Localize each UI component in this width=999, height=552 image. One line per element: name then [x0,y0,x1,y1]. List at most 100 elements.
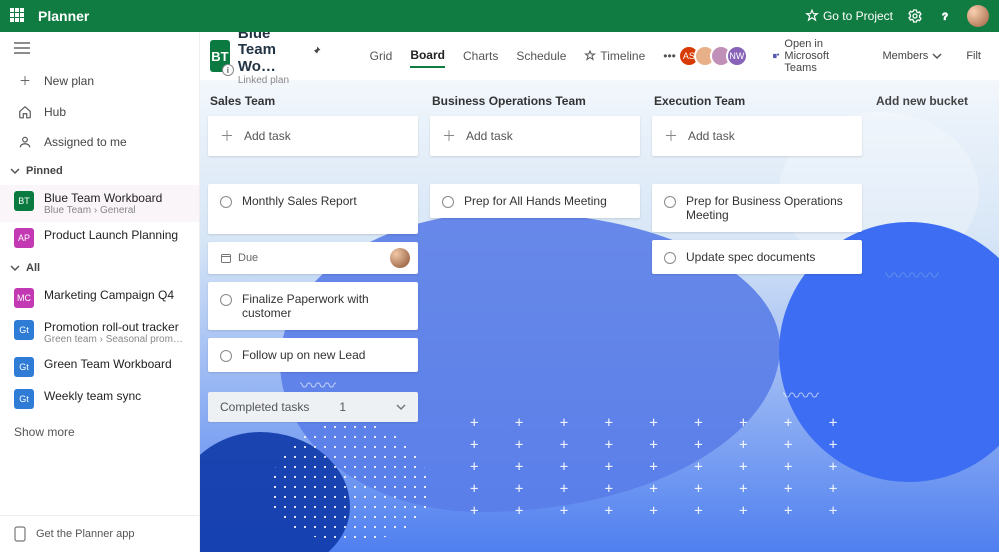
task-title: Monthly Sales Report [242,194,406,208]
add-task-label: Add task [688,129,735,143]
task-due-row[interactable]: Due [208,242,418,274]
settings-icon[interactable] [907,8,923,24]
plan-item-badge: BT [14,191,34,211]
sidebar-plan-item[interactable]: Gt Green Team Workboard [0,351,199,383]
plan-item-title: Green Team Workboard [44,357,172,371]
add-task-button[interactable]: ＋ Add task [208,116,418,156]
user-avatar[interactable] [967,5,989,27]
due-label: Due [238,252,258,264]
task-title: Follow up on new Lead [242,348,406,362]
task-card[interactable]: Prep for All Hands Meeting [430,184,640,218]
all-section-toggle[interactable]: All [0,254,199,282]
plan-title[interactable]: Blue Team Wo… [238,32,304,75]
task-title: Finalize Paperwork with customer [242,292,406,320]
bucket: Business Operations Team ＋ Add task Prep fo… [430,90,640,226]
task-title: Update spec documents [686,250,850,264]
pinned-section-toggle[interactable]: Pinned [0,157,199,185]
member-avatars[interactable]: ASNW [684,45,748,67]
complete-toggle-icon[interactable] [664,252,676,264]
pin-icon[interactable] [310,45,322,57]
assigned-label: Assigned to me [44,135,127,149]
all-label: All [26,262,40,274]
go-to-project-button[interactable]: Go to Project [805,9,893,23]
task-title: Prep for All Hands Meeting [464,194,628,208]
app-title: Planner [38,8,89,24]
plus-icon: ＋ [18,72,32,89]
plan-badge-text: BT [211,49,228,64]
bucket-title[interactable]: Business Operations Team [430,90,640,116]
more-views-icon[interactable]: ••• [663,45,676,67]
new-plan-button[interactable]: ＋ New plan [0,64,199,97]
plan-item-badge: AP [14,228,34,248]
app-launcher-icon[interactable] [10,8,26,24]
plus-icon: ＋ [220,126,234,146]
complete-toggle-icon[interactable] [442,196,454,208]
add-bucket-button[interactable]: Add new bucket [874,90,999,116]
plan-item-sub: Green team › Seasonal prom… [44,334,183,345]
plan-item-title: Promotion roll-out tracker [44,320,183,334]
filter-button[interactable]: Filt [958,50,989,62]
person-icon [18,135,32,149]
members-button[interactable]: Members [874,50,950,62]
task-title: Prep for Business Operations Meeting [686,194,850,222]
home-icon [18,105,32,119]
plus-icon: ＋ [442,126,456,146]
add-task-button[interactable]: ＋Add task [652,116,862,156]
tab-board[interactable]: Board [410,44,445,68]
complete-toggle-icon[interactable] [220,294,232,306]
task-card[interactable]: Follow up on new Lead [208,338,418,372]
sidebar-plan-item[interactable]: Gt Promotion roll-out trackerGreen team … [0,314,199,351]
plan-item-badge: Gt [14,357,34,377]
sidebar-plan-item[interactable]: MC Marketing Campaign Q4 [0,282,199,314]
complete-toggle-icon[interactable] [220,196,232,208]
open-in-teams-button[interactable]: Open in Microsoft Teams [764,38,867,74]
bucket-title[interactable]: Execution Team [652,90,862,116]
bucket: Sales Team ＋ Add task Monthly Sales Report D… [208,90,418,422]
sidebar-plan-item[interactable]: AP Product Launch Planning [0,222,199,254]
show-more-button[interactable]: Show more [0,415,199,449]
plan-item-title: Product Launch Planning [44,228,178,242]
plan-item-badge: MC [14,288,34,308]
tab-schedule[interactable]: Schedule [516,45,566,67]
pinned-label: Pinned [26,165,63,177]
task-card[interactable]: Prep for Business Operations Meeting [652,184,862,232]
bucket-title[interactable]: Sales Team [208,90,418,116]
member-avatar[interactable]: NW [726,45,748,67]
task-card[interactable]: Finalize Paperwork with customer [208,282,418,330]
add-task-label: Add task [466,129,513,143]
assignee-avatar[interactable] [390,248,410,268]
assigned-button[interactable]: Assigned to me [0,127,199,157]
completed-count: 1 [339,400,346,414]
sidebar: ＋ New plan Hub Assigned to me Pinned BT … [0,32,200,552]
sidebar-plan-item[interactable]: Gt Weekly team sync [0,383,199,415]
complete-toggle-icon[interactable] [664,196,676,208]
add-task-label: Add task [244,129,291,143]
board: Sales Team ＋ Add task Monthly Sales Report D… [200,80,999,432]
view-tabs: Grid Board Charts Schedule Timeline ••• [370,44,676,68]
hub-label: Hub [44,105,66,119]
task-card[interactable]: Update spec documents [652,240,862,274]
sidebar-toggle-icon[interactable] [0,32,199,64]
complete-toggle-icon[interactable] [220,350,232,362]
help-icon[interactable]: ? [937,8,953,24]
plan-header: BT i Blue Team Wo… Linked plan Grid Boar… [200,32,999,80]
get-app-button[interactable]: Get the Planner app [0,515,199,552]
new-plan-label: New plan [44,74,94,88]
plan-badge[interactable]: BT i [210,40,230,72]
add-bucket-label: Add new bucket [874,90,999,116]
completed-tasks-toggle[interactable]: Completed tasks 1 [208,392,418,422]
task-card[interactable]: Monthly Sales Report [208,184,418,234]
add-task-button[interactable]: ＋ Add task [430,116,640,156]
get-app-label: Get the Planner app [36,528,134,540]
plan-item-sub: Blue Team › General [44,205,162,216]
sidebar-plan-item[interactable]: BT Blue Team WorkboardBlue Team › Genera… [0,185,199,222]
tab-timeline[interactable]: Timeline [584,45,645,67]
plan-item-badge: Gt [14,320,34,340]
hub-button[interactable]: Hub [0,97,199,127]
plan-info-icon[interactable]: i [222,64,234,76]
bucket: Execution Team＋Add task Prep for Business… [652,90,862,282]
tab-charts[interactable]: Charts [463,45,498,67]
completed-label: Completed tasks [220,400,309,414]
tab-grid[interactable]: Grid [370,45,393,67]
content-area: + + + + + + + + + + + + + + + + + + + + … [200,32,999,552]
